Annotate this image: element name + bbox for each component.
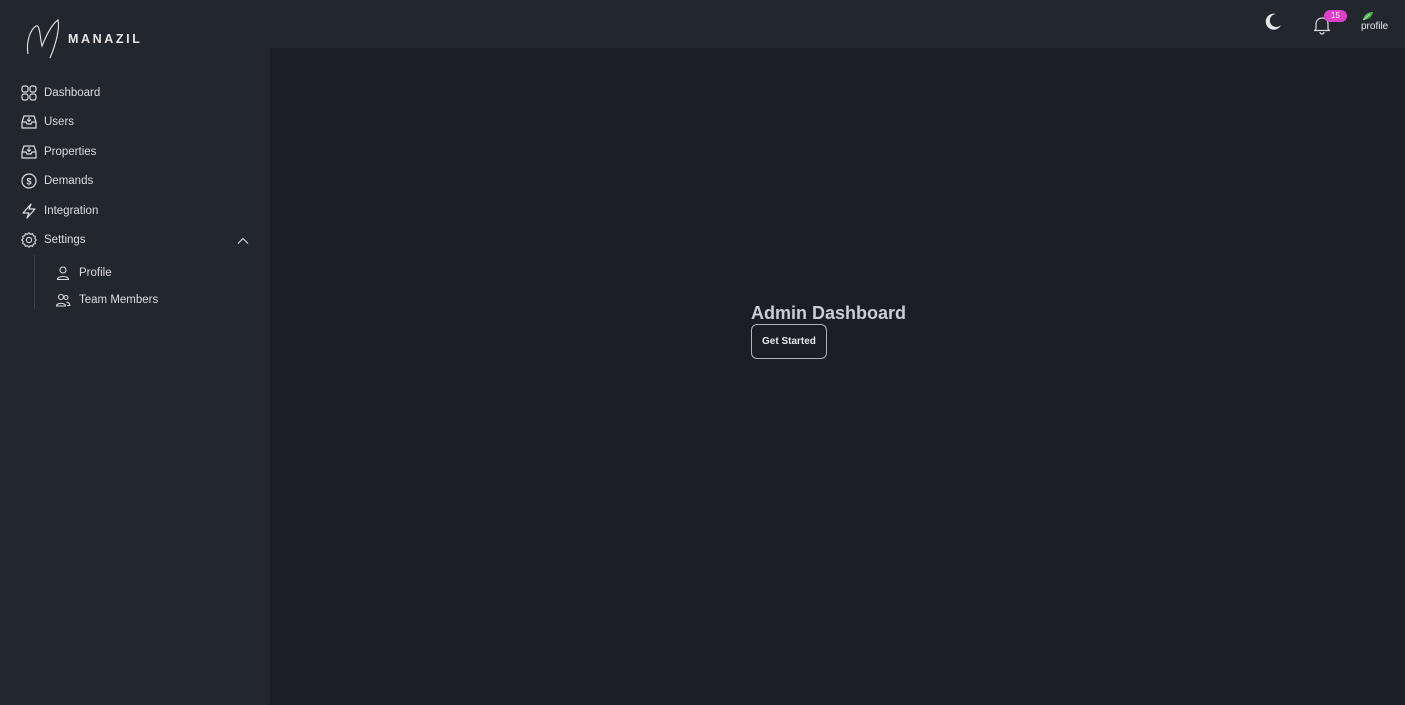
user-icon (55, 265, 71, 281)
logo-mark-icon (26, 19, 60, 59)
brand-name: MANAZIL (68, 32, 143, 46)
sidebar-item-label: Integration (44, 204, 99, 217)
sidebar-item-users[interactable]: Users (20, 108, 260, 138)
settings-submenu: Profile Team Members (34, 255, 260, 309)
inbox-icon (20, 113, 38, 131)
profile-alt-text: profile (1361, 21, 1389, 32)
brand-logo[interactable]: MANAZIL (22, 18, 142, 60)
sidebar-subitem-label: Profile (79, 266, 112, 279)
sidebar-item-integration[interactable]: Integration (20, 196, 260, 226)
sidebar: MANAZIL Dashboard Users Properties $ Dem… (0, 0, 270, 705)
bolt-icon (20, 202, 38, 220)
page-title: Admin Dashboard (751, 303, 907, 323)
sidebar-subitem-profile[interactable]: Profile (35, 259, 260, 286)
top-bar (270, 0, 1405, 48)
inbox-icon (20, 143, 38, 161)
users-icon (55, 292, 71, 308)
sidebar-item-settings[interactable]: Settings (20, 226, 260, 256)
sidebar-item-label: Demands (44, 175, 94, 188)
sidebar-item-properties[interactable]: Properties (20, 137, 260, 167)
hero: Admin Dashboard Get Started (751, 302, 906, 359)
sidebar-item-label: Properties (44, 145, 97, 158)
leaf-icon (1362, 12, 1373, 21)
svg-text:$: $ (26, 177, 31, 187)
grid-icon (20, 84, 38, 102)
sidebar-item-label: Dashboard (44, 86, 101, 99)
sidebar-item-demands[interactable]: $ Demands (20, 167, 260, 197)
chevron-up-icon[interactable] (236, 234, 250, 248)
get-started-button[interactable]: Get Started (751, 324, 827, 359)
dollar-icon: $ (20, 172, 38, 190)
sidebar-item-dashboard[interactable]: Dashboard (20, 78, 260, 108)
sidebar-subitem-team-members[interactable]: Team Members (35, 286, 260, 313)
sidebar-nav: Dashboard Users Properties $ Demands Int… (20, 78, 260, 309)
gear-icon (20, 231, 38, 249)
notification-count-badge: 15 (1324, 10, 1347, 22)
sidebar-item-label: Settings (44, 234, 86, 247)
moon-icon[interactable] (1262, 11, 1284, 33)
sidebar-item-label: Users (44, 116, 75, 129)
sidebar-subitem-label: Team Members (79, 293, 159, 306)
